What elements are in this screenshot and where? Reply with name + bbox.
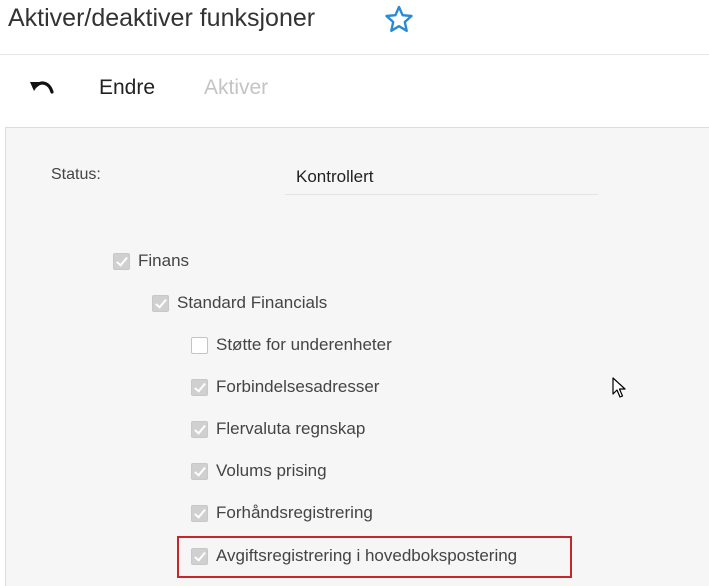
feature-subunit-support[interactable]: Støtte for underenheter: [191, 333, 392, 357]
feature-label: Flervaluta regnskap: [216, 419, 366, 438]
feature-label: Finans: [138, 251, 190, 270]
page-title: Aktiver/deaktiver funksjoner: [8, 4, 316, 32]
feature-label: Forbindelsesadresser: [216, 377, 380, 396]
star-icon[interactable]: [384, 5, 414, 33]
checkbox-pre-registration[interactable]: [191, 504, 208, 522]
status-value: Kontrollert: [296, 167, 374, 186]
feature-volume-pricing[interactable]: Volums prising: [191, 459, 327, 483]
feature-label: Støtte for underenheter: [216, 335, 392, 354]
feature-label: Volums prising: [216, 461, 327, 480]
mouse-pointer-icon: [612, 377, 628, 399]
title-bar: Aktiver/deaktiver funksjoner: [0, 0, 709, 55]
highlight-box: [177, 536, 572, 578]
feature-label: Forhåndsregistrering: [216, 503, 373, 522]
undo-icon[interactable]: [29, 78, 55, 98]
checkbox-subunit-support[interactable]: [191, 336, 208, 354]
feature-standard-financials[interactable]: Standard Financials: [152, 291, 327, 315]
feature-label: Standard Financials: [177, 293, 328, 312]
feature-pre-registration[interactable]: Forhåndsregistrering: [191, 501, 373, 525]
feature-finans[interactable]: Finans: [113, 249, 189, 273]
feature-connection-addresses[interactable]: Forbindelsesadresser: [191, 375, 379, 399]
status-divider: [285, 194, 598, 195]
checkbox-connection-addresses[interactable]: [191, 378, 208, 396]
edit-button[interactable]: Endre: [99, 76, 155, 100]
feature-multicurrency[interactable]: Flervaluta regnskap: [191, 417, 365, 441]
activate-button[interactable]: Aktiver: [204, 76, 268, 100]
checkbox-multicurrency[interactable]: [191, 420, 208, 438]
checkbox-volume-pricing[interactable]: [191, 462, 208, 480]
status-label: Status:: [51, 166, 101, 183]
checkbox-standard-financials[interactable]: [152, 294, 169, 312]
checkbox-finans[interactable]: [113, 252, 130, 270]
